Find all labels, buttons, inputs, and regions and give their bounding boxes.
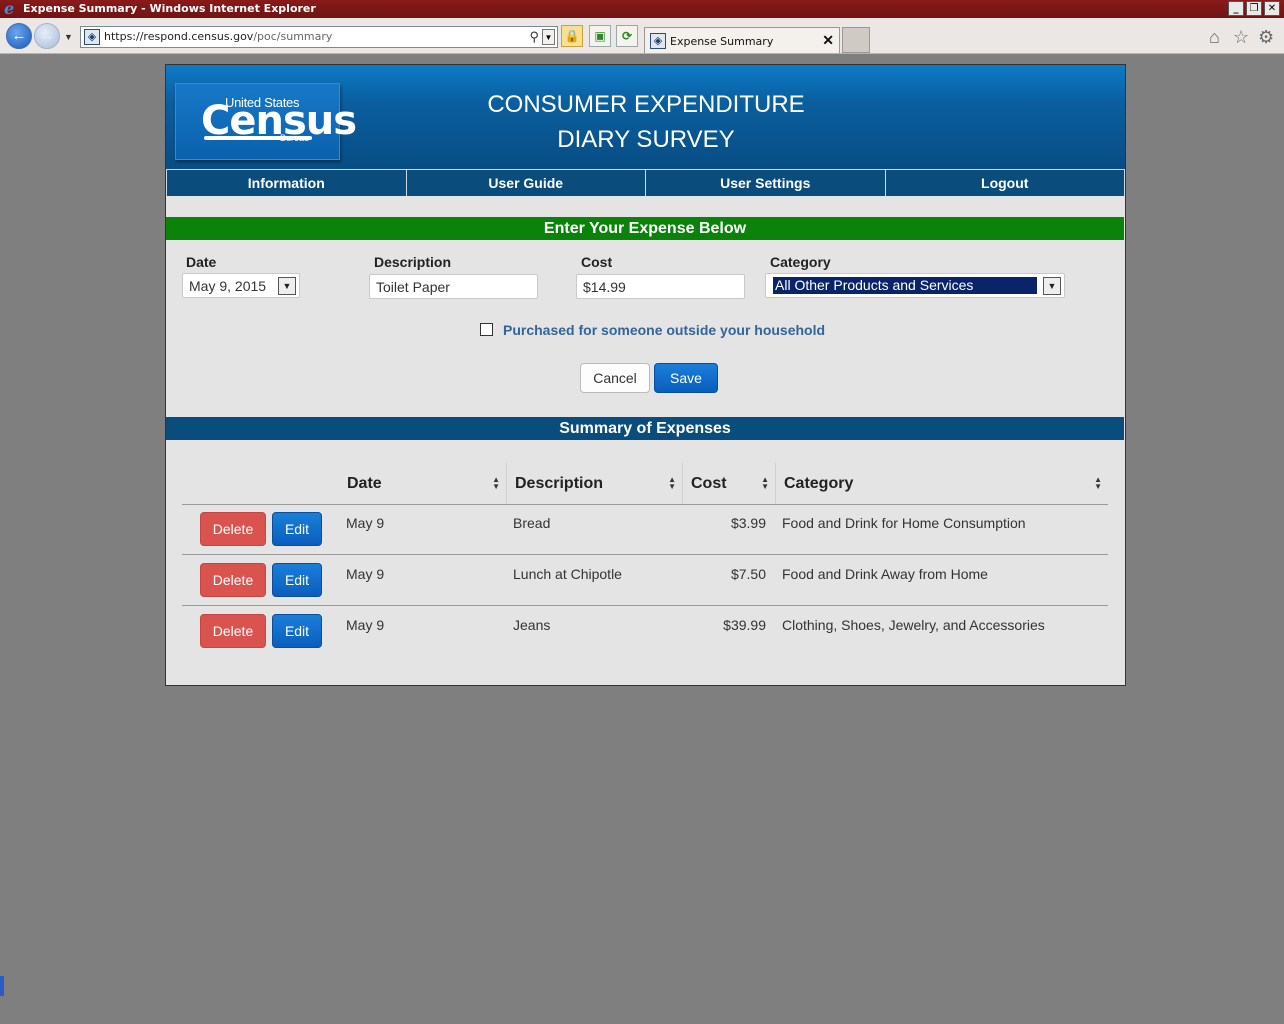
- table-row: Delete Edit May 9 Bread $3.99 Food and D…: [182, 504, 1108, 555]
- nav-user-settings[interactable]: User Settings: [646, 170, 886, 196]
- url-path: /poc/summary: [253, 30, 333, 43]
- close-tab-icon[interactable]: ✕: [822, 32, 834, 49]
- edit-button[interactable]: Edit: [272, 614, 322, 648]
- nav-information[interactable]: Information: [166, 170, 407, 196]
- row-description: Lunch at Chipotle: [513, 566, 622, 582]
- census-logo[interactable]: United States Census Bureau: [175, 83, 357, 160]
- home-icon[interactable]: ⌂: [1209, 27, 1220, 48]
- row-category: Food and Drink for Home Consumption: [782, 515, 1026, 531]
- page-title-line1: CONSUMER EXPENDITURE: [487, 91, 805, 118]
- description-input[interactable]: Toilet Paper: [369, 274, 538, 299]
- close-window-icon[interactable]: ✕: [1264, 1, 1280, 16]
- address-url[interactable]: https://respond.census.gov/poc/summary: [104, 30, 332, 43]
- col-description-label: Description: [515, 475, 604, 492]
- address-bar[interactable]: ◈ https://respond.census.gov/poc/summary…: [80, 26, 558, 48]
- col-category-label: Category: [784, 475, 854, 492]
- page-title: CONSUMER EXPENDITURE DIARY SURVEY: [426, 87, 866, 157]
- cost-input[interactable]: $14.99: [576, 274, 745, 299]
- ie-logo-icon: e: [4, 0, 15, 18]
- delete-button[interactable]: Delete: [200, 563, 266, 597]
- site-favicon-icon: ◈: [84, 29, 100, 45]
- refresh-icon[interactable]: ⟳: [616, 25, 638, 47]
- search-icon[interactable]: ⚲: [529, 29, 539, 45]
- url-host: https://respond.census.gov: [104, 30, 254, 43]
- back-button[interactable]: ←: [6, 23, 32, 49]
- col-date-label: Date: [347, 475, 382, 492]
- cancel-button[interactable]: Cancel: [580, 363, 650, 393]
- tab-title: Expense Summary: [670, 35, 774, 48]
- col-header-cost[interactable]: Cost ▲ ▼: [682, 463, 775, 504]
- row-category: Clothing, Shoes, Jewelry, and Accessorie…: [782, 617, 1045, 633]
- lock-icon[interactable]: 🔒: [561, 25, 583, 47]
- favorites-star-icon[interactable]: ☆: [1233, 27, 1249, 48]
- restore-icon[interactable]: ❐: [1246, 1, 1262, 16]
- sort-icon[interactable]: ▲ ▼: [668, 476, 676, 491]
- chevron-down-icon[interactable]: ▼: [1043, 277, 1061, 295]
- category-select[interactable]: All Other Products and Services ▼: [765, 273, 1065, 298]
- col-cost-label: Cost: [691, 475, 727, 492]
- delete-button[interactable]: Delete: [200, 512, 266, 546]
- date-value: May 9, 2015: [189, 278, 267, 294]
- row-cost: $7.50: [730, 566, 766, 582]
- row-description: Bread: [513, 515, 551, 531]
- taskbar-edge: [0, 976, 4, 996]
- address-dropdown-icon[interactable]: ▼: [542, 29, 555, 45]
- col-header-category[interactable]: Category ▲ ▼: [775, 463, 1108, 504]
- col-header-description[interactable]: Description ▲ ▼: [506, 463, 682, 504]
- window-controls: _ ❐ ✕: [1228, 1, 1280, 16]
- window-title-bar: e Expense Summary - Windows Internet Exp…: [0, 0, 1284, 18]
- row-cost: $39.99: [723, 617, 766, 633]
- sort-icon[interactable]: ▲ ▼: [492, 476, 500, 491]
- delete-button[interactable]: Delete: [200, 614, 266, 648]
- logo-swoosh: [204, 136, 312, 140]
- row-cost: $3.99: [730, 515, 766, 531]
- edit-button[interactable]: Edit: [272, 512, 322, 546]
- col-header-date[interactable]: Date ▲ ▼: [339, 463, 506, 504]
- date-label: Date: [186, 254, 217, 270]
- cost-value: $14.99: [583, 279, 626, 295]
- page-container: United States Census Bureau CONSUMER EXP…: [165, 64, 1126, 686]
- forward-button[interactable]: →: [34, 23, 60, 49]
- chevron-down-icon[interactable]: ▼: [278, 277, 296, 295]
- row-date: May 9: [346, 617, 385, 633]
- page-title-line2: DIARY SURVEY: [557, 126, 735, 153]
- edit-button[interactable]: Edit: [272, 563, 322, 597]
- description-value: Toilet Paper: [376, 279, 450, 295]
- date-select[interactable]: May 9, 2015 ▼: [182, 273, 300, 298]
- browser-tab-expense-summary[interactable]: ◈ Expense Summary ✕: [644, 27, 840, 53]
- entry-banner: Enter Your Expense Below: [166, 217, 1124, 240]
- table-row: Delete Edit May 9 Lunch at Chipotle $7.5…: [182, 555, 1108, 606]
- save-button[interactable]: Save: [654, 363, 718, 393]
- category-label: Category: [770, 254, 831, 270]
- tools-gear-icon[interactable]: ⚙: [1258, 27, 1274, 48]
- outside-household-checkbox[interactable]: [480, 323, 493, 336]
- table-row: Delete Edit May 9 Jeans $39.99 Clothing,…: [182, 606, 1108, 657]
- logo-census: Census: [201, 98, 357, 144]
- description-label: Description: [374, 254, 452, 270]
- tab-favicon-icon: ◈: [650, 33, 666, 49]
- main-nav: Information User Guide User Settings Log…: [166, 169, 1125, 196]
- category-value: All Other Products and Services: [773, 277, 1037, 294]
- new-tab-button[interactable]: [842, 27, 870, 53]
- sort-icon[interactable]: ▲ ▼: [761, 476, 769, 491]
- row-category: Food and Drink Away from Home: [782, 566, 988, 582]
- site-header: United States Census Bureau CONSUMER EXP…: [166, 65, 1125, 169]
- row-date: May 9: [346, 566, 385, 582]
- nav-user-guide[interactable]: User Guide: [407, 170, 646, 196]
- history-dropdown-icon[interactable]: ▼: [64, 32, 73, 42]
- row-description: Jeans: [513, 617, 551, 633]
- outside-household-label[interactable]: Purchased for someone outside your house…: [503, 322, 825, 338]
- summary-banner: Summary of Expenses: [166, 417, 1124, 440]
- cost-label: Cost: [581, 254, 613, 270]
- compatibility-view-icon[interactable]: ▣: [589, 25, 611, 47]
- row-date: May 9: [346, 515, 385, 531]
- sort-icon[interactable]: ▲ ▼: [1094, 476, 1102, 491]
- minimize-icon[interactable]: _: [1228, 1, 1244, 16]
- nav-logout[interactable]: Logout: [886, 170, 1125, 196]
- summary-table-header: Date ▲ ▼ Description ▲ ▼ Cost ▲ ▼ Category …: [182, 463, 1108, 505]
- window-title: Expense Summary - Windows Internet Explo…: [23, 2, 316, 15]
